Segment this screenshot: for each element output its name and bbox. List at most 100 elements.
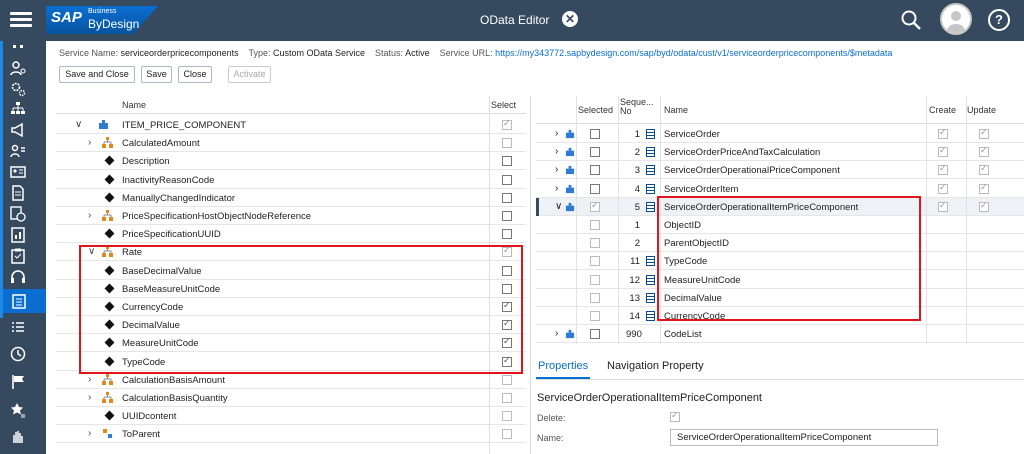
user-avatar[interactable] bbox=[940, 3, 972, 35]
help-icon[interactable]: ? bbox=[988, 9, 1010, 31]
user-settings-icon[interactable] bbox=[10, 60, 32, 80]
select-checkbox[interactable] bbox=[502, 174, 512, 185]
expand-icon[interactable]: › bbox=[88, 374, 91, 385]
update-checkbox[interactable] bbox=[979, 200, 989, 212]
favorites-icon[interactable] bbox=[10, 402, 32, 422]
create-checkbox[interactable] bbox=[938, 145, 948, 158]
tree-row[interactable]: Description bbox=[56, 152, 526, 171]
side-navigation bbox=[0, 41, 46, 454]
select-checkbox[interactable] bbox=[502, 393, 512, 403]
create-checkbox[interactable] bbox=[938, 200, 948, 212]
expand-icon[interactable]: › bbox=[555, 146, 558, 157]
report-icon[interactable] bbox=[10, 227, 32, 247]
id-card-icon[interactable] bbox=[10, 164, 32, 184]
tree-row[interactable]: PriceSpecificationUUID bbox=[56, 225, 526, 244]
expand-icon[interactable]: › bbox=[88, 392, 91, 403]
table-row[interactable]: › 3 ServiceOrderOperationalPriceComponent bbox=[536, 161, 1024, 180]
selected-checkbox[interactable] bbox=[590, 292, 600, 303]
close-button[interactable]: Close bbox=[178, 66, 212, 83]
selected-checkbox[interactable] bbox=[590, 238, 600, 249]
create-checkbox[interactable] bbox=[938, 182, 948, 194]
clipboard-icon[interactable] bbox=[10, 248, 32, 268]
service-url-link[interactable]: https://my343772.sapbydesign.com/sap/byd… bbox=[495, 48, 892, 58]
expand-icon[interactable]: › bbox=[88, 210, 91, 221]
select-checkbox[interactable] bbox=[502, 374, 512, 385]
sequence-number: 3 bbox=[634, 165, 640, 177]
expand-icon[interactable]: › bbox=[555, 128, 558, 139]
selected-checkbox[interactable] bbox=[590, 329, 600, 340]
clock-icon[interactable] bbox=[10, 346, 32, 366]
select-checkbox[interactable] bbox=[502, 211, 512, 221]
select-checkbox[interactable] bbox=[502, 156, 512, 167]
org-chart-icon[interactable] bbox=[10, 101, 32, 121]
select-checkbox[interactable] bbox=[502, 138, 512, 149]
delete-label: Delete: bbox=[537, 413, 566, 423]
row-label: PriceSpecificationUUID bbox=[122, 229, 221, 241]
select-checkbox[interactable] bbox=[502, 429, 512, 440]
document-icon[interactable] bbox=[10, 185, 32, 205]
selected-checkbox[interactable] bbox=[590, 183, 600, 194]
table-row[interactable]: › 1 ServiceOrder bbox=[536, 125, 1024, 143]
save-button[interactable]: Save bbox=[141, 66, 172, 83]
update-checkbox[interactable] bbox=[979, 182, 989, 194]
globe-document-icon[interactable] bbox=[10, 206, 32, 226]
tree-row[interactable]: ∨ ITEM_PRICE_COMPONENT bbox=[56, 116, 526, 134]
collapse-icon[interactable]: ∨ bbox=[75, 119, 82, 130]
activate-button[interactable]: Activate bbox=[228, 66, 271, 83]
tree-row[interactable]: › CalculatedAmount bbox=[56, 134, 526, 153]
table-row[interactable]: › 4 ServiceOrderItem bbox=[536, 180, 1024, 198]
search-icon[interactable] bbox=[900, 9, 922, 31]
status-label: Status: bbox=[375, 48, 404, 58]
flag-icon[interactable] bbox=[10, 374, 32, 394]
close-icon[interactable]: ✕ bbox=[562, 11, 578, 27]
selected-checkbox[interactable] bbox=[590, 256, 600, 267]
tree-row[interactable]: UUIDcontent bbox=[56, 407, 526, 426]
update-checkbox[interactable] bbox=[979, 145, 989, 158]
service-order-icon[interactable] bbox=[3, 289, 46, 313]
update-checkbox[interactable] bbox=[979, 163, 989, 176]
selected-checkbox[interactable] bbox=[590, 147, 600, 158]
expand-icon[interactable]: › bbox=[555, 164, 558, 175]
tab-navigation-property[interactable]: Navigation Property bbox=[607, 360, 704, 372]
create-checkbox[interactable] bbox=[938, 163, 948, 176]
expand-icon[interactable]: › bbox=[555, 328, 558, 339]
user-list-icon[interactable] bbox=[10, 143, 32, 163]
save-and-close-button[interactable]: Save and Close bbox=[59, 66, 135, 83]
collapse-icon[interactable]: ∨ bbox=[555, 201, 562, 212]
expand-icon[interactable]: › bbox=[555, 183, 558, 194]
col-name: Name bbox=[122, 100, 147, 110]
select-checkbox[interactable] bbox=[502, 192, 512, 203]
tree-row[interactable]: › ToParent bbox=[56, 425, 526, 444]
selected-checkbox[interactable] bbox=[590, 165, 600, 176]
sequence-number: 1 bbox=[634, 129, 640, 140]
tree-row[interactable]: › PriceSpecificationHostObjectNodeReferen… bbox=[56, 207, 526, 225]
gears-icon[interactable] bbox=[10, 81, 32, 101]
name-field[interactable]: ServiceOrderOperationalItemPriceComponen… bbox=[670, 429, 938, 446]
selected-checkbox[interactable] bbox=[590, 220, 600, 230]
selected-checkbox[interactable] bbox=[590, 274, 600, 285]
selected-checkbox[interactable] bbox=[590, 311, 600, 321]
table-row[interactable]: › 2 ServiceOrderPriceAndTaxCalculation bbox=[536, 143, 1024, 162]
hand-icon[interactable] bbox=[10, 429, 32, 449]
select-checkbox[interactable] bbox=[502, 229, 512, 240]
select-checkbox[interactable] bbox=[502, 411, 512, 422]
menu-icon[interactable] bbox=[10, 9, 32, 31]
create-checkbox[interactable] bbox=[938, 127, 948, 139]
tree-row[interactable]: › CalculationBasisQuantity bbox=[56, 389, 526, 407]
tab-properties[interactable]: Properties bbox=[538, 360, 588, 372]
expand-icon[interactable]: › bbox=[88, 428, 91, 439]
tree-row[interactable]: InactivityReasonCode bbox=[56, 171, 526, 189]
megaphone-icon[interactable] bbox=[10, 122, 32, 142]
list-icon[interactable] bbox=[10, 320, 32, 340]
select-checkbox[interactable] bbox=[502, 118, 512, 130]
table-icon bbox=[646, 311, 655, 321]
expand-icon[interactable]: › bbox=[88, 137, 91, 148]
selected-checkbox[interactable] bbox=[590, 200, 600, 212]
headset-icon[interactable] bbox=[10, 269, 32, 289]
service-info-line: Service Name: serviceorderpricecomponent… bbox=[59, 48, 892, 58]
update-checkbox[interactable] bbox=[979, 127, 989, 139]
table-row[interactable]: › 990 CodeList bbox=[536, 325, 1024, 344]
tree-row[interactable]: ManuallyChangedIndicator bbox=[56, 189, 526, 207]
delete-checkbox[interactable] bbox=[670, 410, 680, 422]
selected-checkbox[interactable] bbox=[590, 129, 600, 139]
